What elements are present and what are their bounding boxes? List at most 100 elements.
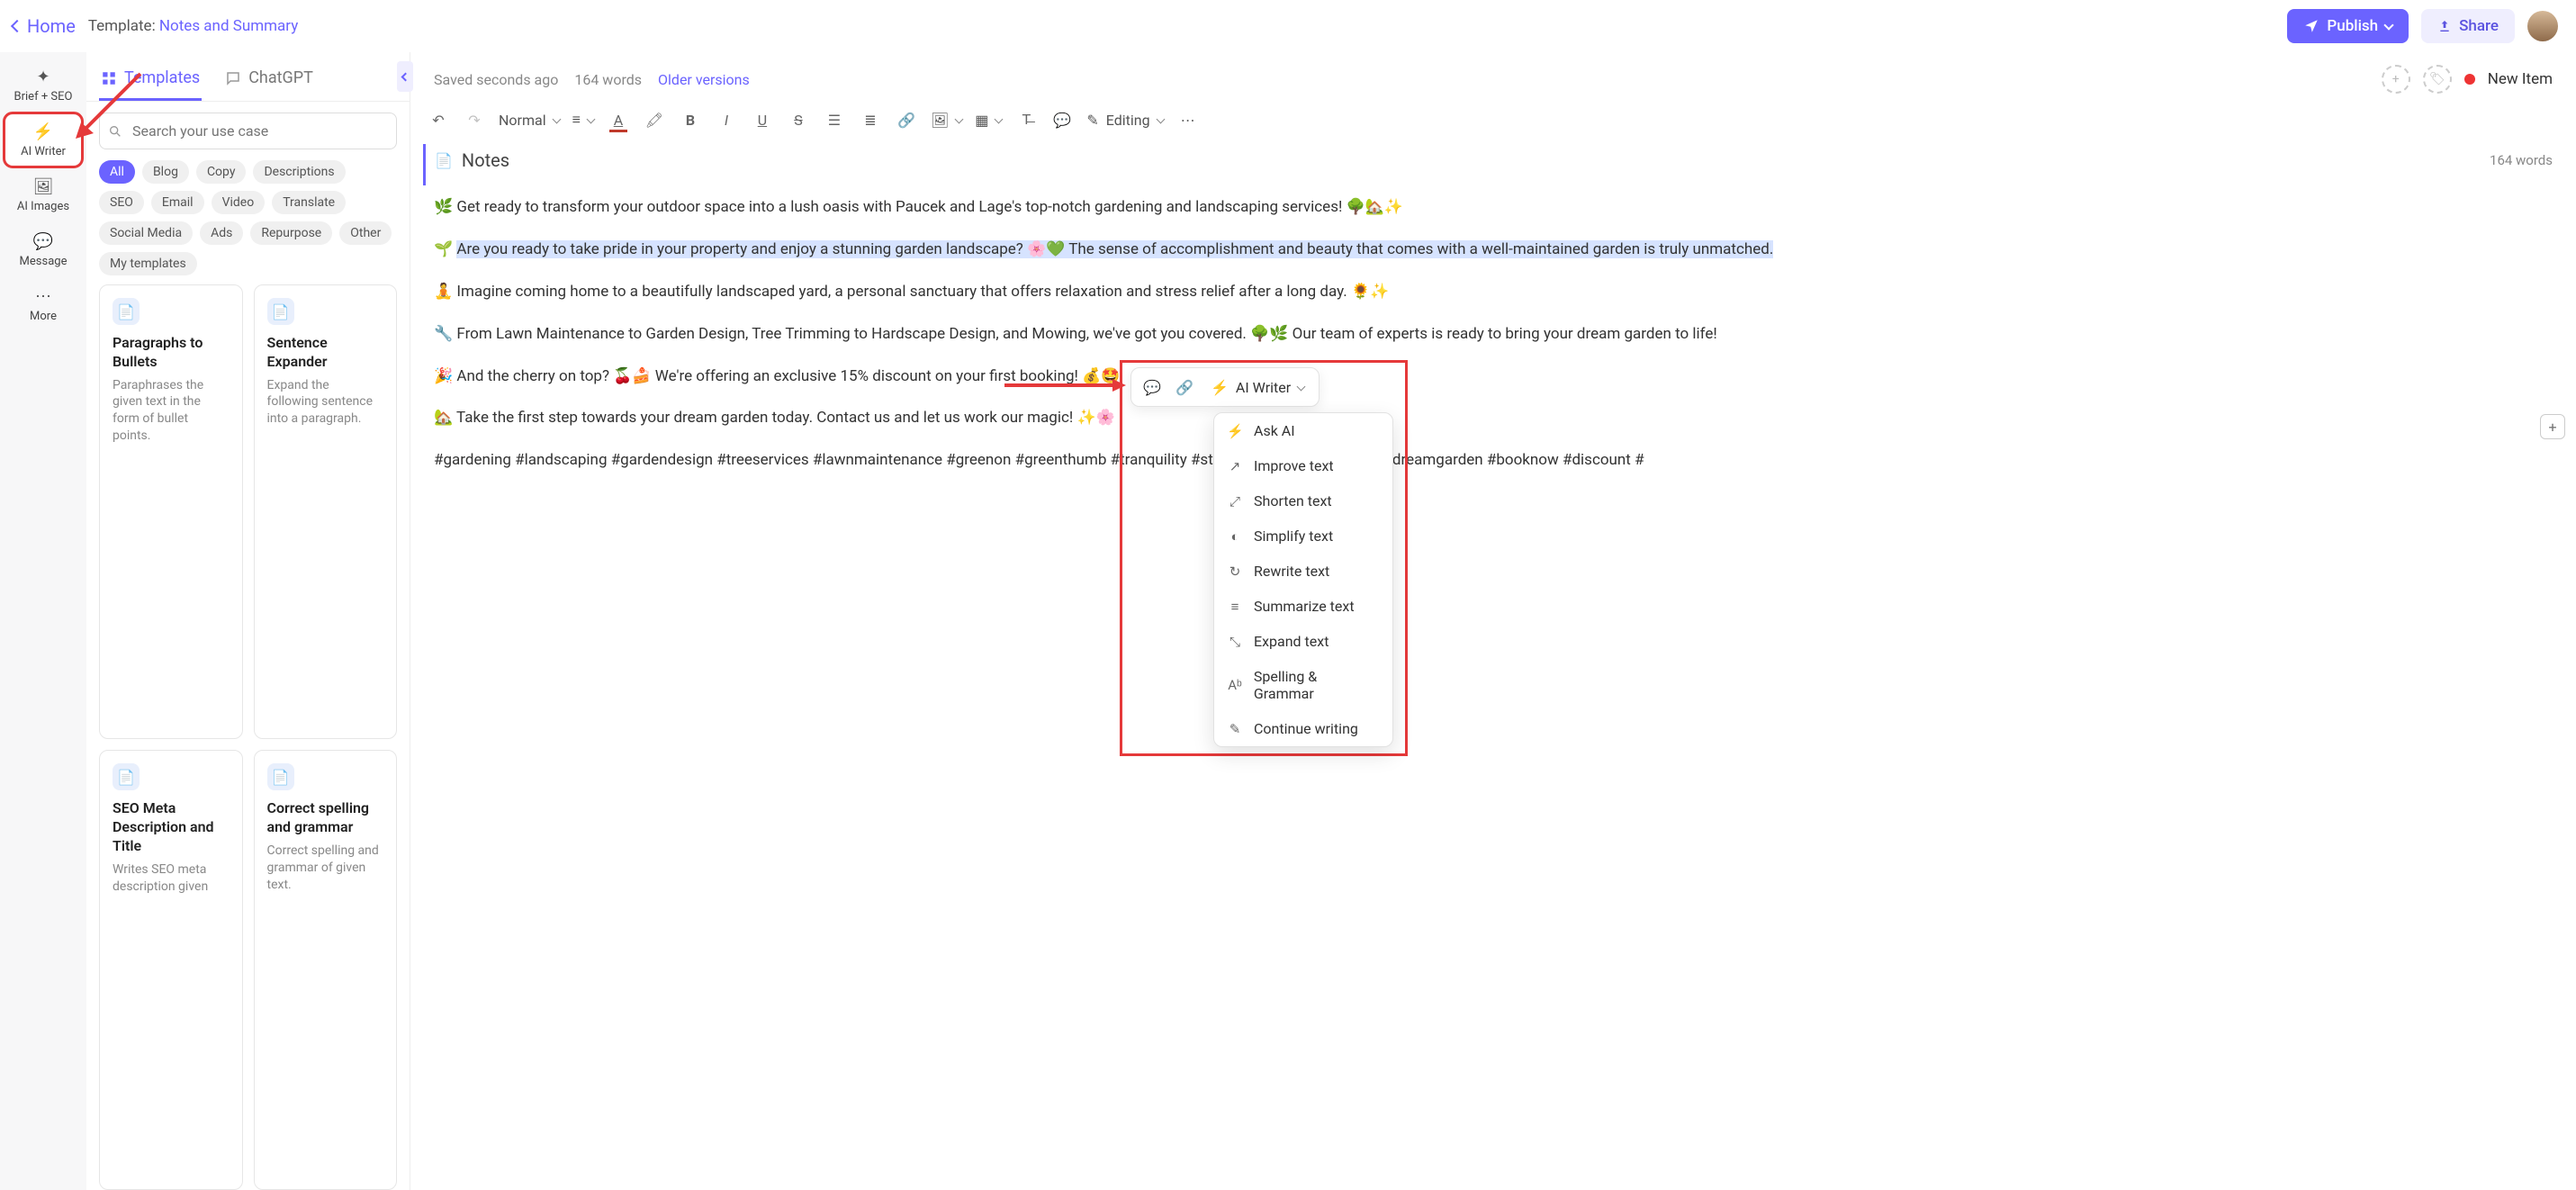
rail-more[interactable]: ⋯More	[5, 279, 81, 330]
bullet-list-button[interactable]: ☰	[823, 108, 846, 131]
font-color-button[interactable]: A	[607, 108, 630, 131]
editor: Saved seconds ago 164 words Older versio…	[410, 52, 2576, 1190]
align-select[interactable]: ≡	[572, 111, 594, 129]
table-button[interactable]: ▦	[975, 112, 1002, 129]
underline-button[interactable]: U	[751, 108, 774, 131]
link-button[interactable]: 🔗	[895, 108, 918, 131]
template-name-link[interactable]: Notes and Summary	[159, 17, 298, 35]
rail-message[interactable]: 💬Message	[5, 224, 81, 275]
paragraph[interactable]: 🌱 Are you ready to take pride in your pr…	[434, 237, 2553, 263]
search-input[interactable]	[99, 113, 397, 149]
template-card[interactable]: 📄Paragraphs to BulletsParaphrases the gi…	[99, 284, 243, 739]
tab-templates[interactable]: Templates	[99, 61, 202, 101]
ai-summarize[interactable]: ≡Summarize text	[1214, 589, 1392, 624]
selection-toolbar: 💬 🔗 ⚡ AI Writer	[1130, 367, 1320, 407]
template-search	[99, 113, 397, 149]
paragraph[interactable]: 🧘 Imagine coming home to a beautifully l…	[434, 279, 2553, 305]
comment-button[interactable]: 💬	[1050, 108, 1074, 131]
older-versions-link[interactable]: Older versions	[658, 71, 750, 88]
grid-icon	[101, 70, 117, 86]
ai-expand[interactable]: ⤡Expand text	[1214, 624, 1392, 659]
ai-improve[interactable]: ↗Improve text	[1214, 448, 1392, 483]
abc-icon: Aᵇ	[1227, 677, 1243, 693]
paragraph[interactable]: 🌿 Get ready to transform your outdoor sp…	[434, 194, 2553, 221]
pill-blog[interactable]: Blog	[142, 160, 189, 184]
tab-chatgpt[interactable]: ChatGPT	[223, 61, 315, 101]
redo-button[interactable]: ↷	[463, 108, 486, 131]
pill-video[interactable]: Video	[212, 191, 266, 214]
share-button[interactable]: Share	[2421, 9, 2515, 43]
insert-link-button[interactable]: 🔗	[1171, 374, 1198, 401]
word-count: 164 words	[2490, 152, 2553, 168]
paragraph[interactable]: #gardening #landscaping #gardendesign #t…	[434, 447, 2553, 473]
rail-ai-writer[interactable]: ⚡AI Writer	[5, 114, 81, 166]
status-label[interactable]: New Item	[2488, 70, 2553, 88]
more-toolbar-button[interactable]: ⋯	[1176, 108, 1200, 131]
pill-email[interactable]: Email	[151, 191, 204, 214]
pill-repurpose[interactable]: Repurpose	[250, 221, 332, 245]
template-card[interactable]: 📄Sentence ExpanderExpand the following s…	[254, 284, 398, 739]
doc-icon: 📄	[113, 763, 140, 790]
saved-status: Saved seconds ago	[434, 71, 558, 88]
pill-social-media[interactable]: Social Media	[99, 221, 193, 245]
expand-icon: ⤡	[1227, 634, 1243, 650]
topbar: Home Template: Notes and Summary Publish…	[0, 0, 2576, 52]
doc-title[interactable]: Notes	[462, 149, 509, 171]
pill-descriptions[interactable]: Descriptions	[253, 160, 345, 184]
highlight-button[interactable]: 🖍	[643, 108, 666, 131]
pill-ads[interactable]: Ads	[200, 221, 243, 245]
chevron-down-icon	[552, 114, 561, 123]
ai-simplify[interactable]: ◐Simplify text	[1214, 518, 1392, 554]
add-tag-button[interactable]: 🏷	[2423, 65, 2452, 94]
pill-translate[interactable]: Translate	[272, 191, 346, 214]
pill-copy[interactable]: Copy	[196, 160, 247, 184]
editor-header: Saved seconds ago 164 words Older versio…	[410, 52, 2576, 103]
number-list-button[interactable]: ≣	[859, 108, 882, 131]
note-icon: 📄	[435, 152, 453, 169]
avatar[interactable]	[2527, 11, 2558, 41]
paragraph[interactable]: 🎉 And the cherry on top? 🍒🍰 We're offeri…	[434, 364, 2553, 390]
list-icon: ≡	[1227, 599, 1243, 615]
pill-other[interactable]: Other	[339, 221, 392, 245]
image-button[interactable]: 🖼	[931, 112, 962, 129]
ai-rewrite[interactable]: ↻Rewrite text	[1214, 554, 1392, 589]
bold-button[interactable]: B	[679, 108, 702, 131]
style-select[interactable]: Normal	[499, 112, 560, 129]
ai-shorten[interactable]: ⤢Shorten text	[1214, 483, 1392, 518]
italic-button[interactable]: I	[715, 108, 738, 131]
template-breadcrumb: Template: Notes and Summary	[88, 17, 298, 35]
pill-seo[interactable]: SEO	[99, 191, 144, 214]
paragraph[interactable]: 🔧 From Lawn Maintenance to Garden Design…	[434, 321, 2553, 347]
clear-format-button[interactable]: T̶	[1014, 108, 1038, 131]
selected-text[interactable]: Are you ready to take pride in your prop…	[456, 240, 1773, 258]
bolt-icon: ⚡	[1227, 423, 1243, 439]
chevron-left-icon	[401, 72, 410, 81]
ai-writer-dropdown-button[interactable]: ⚡ AI Writer	[1203, 379, 1311, 396]
filter-pills: All Blog Copy Descriptions SEO Email Vid…	[86, 160, 410, 284]
ai-continue[interactable]: ✎Continue writing	[1214, 711, 1392, 746]
rail-brief-seo[interactable]: ✦Brief + SEO	[5, 59, 81, 111]
search-icon	[108, 124, 122, 139]
left-rail: ✦Brief + SEO ⚡AI Writer 🖼AI Images 💬Mess…	[0, 52, 86, 1190]
pill-my-templates[interactable]: My templates	[99, 252, 197, 275]
ai-spelling[interactable]: AᵇSpelling & Grammar	[1214, 659, 1392, 711]
publish-button[interactable]: Publish	[2287, 9, 2409, 43]
strike-button[interactable]: S	[787, 108, 810, 131]
template-card[interactable]: 📄Correct spelling and grammarCorrect spe…	[254, 750, 398, 1190]
undo-button[interactable]: ↶	[427, 108, 450, 131]
pill-all[interactable]: All	[99, 160, 135, 184]
doc-icon: 📄	[113, 298, 140, 325]
paragraph[interactable]: 🏡 Take the first step towards your dream…	[434, 405, 2553, 431]
rail-ai-images[interactable]: 🖼AI Images	[5, 169, 81, 221]
ai-ask[interactable]: ⚡Ask AI	[1214, 413, 1392, 448]
add-block-button[interactable]: +	[2540, 414, 2565, 439]
image-icon: 🖼	[33, 176, 53, 196]
document-body[interactable]: 📄 Notes 164 words 🌿 Get ready to transfo…	[410, 144, 2576, 1190]
add-comment-button[interactable]: 💬	[1139, 374, 1166, 401]
add-user-button[interactable]: +	[2382, 65, 2410, 94]
template-card[interactable]: 📄SEO Meta Description and TitleWrites SE…	[99, 750, 243, 1190]
collapse-sidepanel-button[interactable]	[397, 61, 413, 92]
pencil-icon: ✎	[1227, 721, 1243, 737]
mode-select[interactable]: ✎ Editing	[1086, 112, 1163, 129]
home-button[interactable]: Home	[13, 15, 76, 37]
